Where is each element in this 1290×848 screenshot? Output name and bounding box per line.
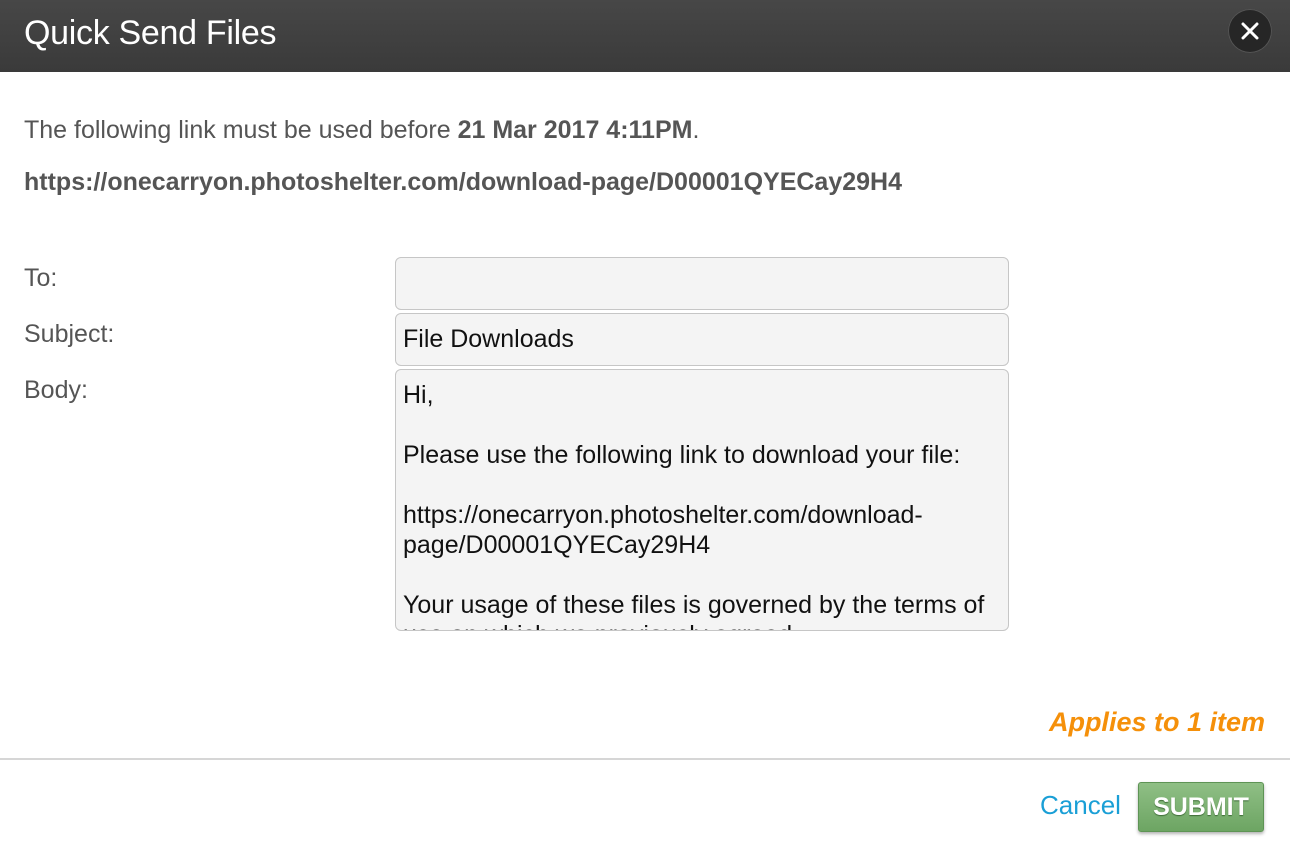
dialog-title: Quick Send Files (24, 14, 277, 52)
close-icon (1241, 22, 1259, 40)
expiry-notice: The following link must be used before 2… (24, 116, 699, 145)
cancel-link[interactable]: Cancel (1040, 790, 1121, 821)
body-label: Body: (24, 376, 88, 404)
applies-count: Applies to 1 item (1048, 707, 1265, 737)
expiry-date: 21 Mar 2017 4:11PM (457, 116, 693, 144)
submit-button[interactable]: SUBMIT (1138, 782, 1264, 832)
subject-input[interactable] (395, 313, 1009, 366)
download-link-url: https://onecarryon.photoshelter.com/down… (24, 168, 902, 196)
quick-send-dialog: Quick Send Files The following link must… (0, 0, 1290, 848)
dialog-header: Quick Send Files (0, 0, 1290, 72)
close-button[interactable] (1228, 9, 1272, 53)
expiry-notice-suffix: . (692, 116, 700, 144)
footer-divider (0, 758, 1290, 760)
subject-label: Subject: (24, 320, 115, 348)
expiry-notice-prefix: The following link must be used before (24, 116, 458, 144)
body-textarea[interactable]: Hi, Please use the following link to dow… (395, 369, 1009, 631)
to-input[interactable] (395, 257, 1009, 310)
to-label: To: (24, 264, 58, 292)
